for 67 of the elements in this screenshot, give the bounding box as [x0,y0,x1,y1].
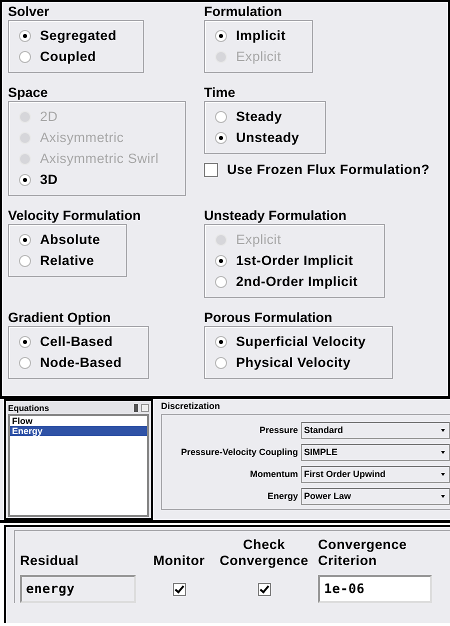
dropdown[interactable]: First Order Upwind [301,466,450,482]
option-label: Node-Based [40,355,122,370]
dropdown[interactable]: SIMPLE [301,444,450,460]
option-label: Absolute [40,232,100,247]
dropdown[interactable]: Power Law [301,488,450,504]
field-label: Momentum [250,469,298,479]
option-label: Explicit [236,49,282,64]
option-label: Implicit [236,28,286,43]
radio-button[interactable] [215,254,227,266]
panel-title: Discretization [161,401,222,412]
radio-button[interactable] [19,234,31,246]
radio-button[interactable] [19,174,31,186]
group-title: Time [204,84,236,101]
option-label: Relative [40,253,94,268]
group-title: Porous Formulation [204,309,334,326]
group-title: Space [8,84,49,101]
option-label: Physical Velocity [236,355,351,370]
option-label: Superficial Velocity [236,334,366,349]
list-item[interactable]: Energy [10,426,147,436]
radio-button[interactable] [215,356,227,368]
group-title: Velocity Formulation [8,207,142,224]
field-label: Energy [267,491,298,501]
dropdown-arrow-icon[interactable] [441,494,445,498]
radio-button[interactable] [215,336,227,348]
checkbox[interactable] [258,583,270,596]
group-title: Formulation [204,3,283,20]
list-title: Equations [8,402,50,412]
field-label: Pressure [259,425,298,435]
option-label: Axisymmetric Swirl [40,151,159,166]
group-title: Gradient Option [8,309,112,326]
list-item[interactable]: Flow [10,416,147,426]
option-label: Coupled [40,49,96,64]
option-label: 2D [40,109,58,124]
option-label: Cell-Based [40,334,113,349]
dropdown[interactable]: Standard [301,422,450,438]
option-label: Segregated [40,28,117,43]
field-label: Pressure-Velocity Coupling [180,447,298,457]
column-header: Monitor [152,553,206,569]
input-field[interactable]: 1e-06 [318,575,432,603]
option-label: 2nd-Order Implicit [236,274,358,289]
radio-button[interactable] [19,356,31,368]
radio-button[interactable] [215,30,227,42]
residual-field: energy [20,575,136,603]
column-header: Residual [20,553,80,569]
group-title: Unsteady Formulation [204,207,348,224]
radio-button[interactable] [19,254,31,266]
option-label: Unsteady [236,130,300,145]
option-label: 1st-Order Implicit [236,253,354,268]
dropdown-arrow-icon[interactable] [441,472,445,476]
option-label: Explicit [236,232,282,247]
option-label: 3D [40,172,58,187]
option-label: Axisymmetric [40,130,124,145]
radio-button[interactable] [19,30,31,42]
group-title: Solver [8,3,50,20]
radio-button[interactable] [215,110,227,122]
checkbox[interactable] [172,583,186,596]
checkbox-label: Use Frozen Flux Formulation? [227,162,430,177]
checkbox[interactable] [204,162,218,176]
column-header: Check Convergence [218,537,310,569]
column-header: Convergence Criterion [318,537,408,569]
radio-button[interactable] [215,132,227,144]
radio-button[interactable] [19,336,31,348]
dropdown-arrow-icon[interactable] [441,428,445,432]
dropdown-arrow-icon[interactable] [441,450,445,454]
option-label: Steady [236,109,282,124]
radio-button[interactable] [19,50,31,62]
radio-button[interactable] [215,276,227,288]
